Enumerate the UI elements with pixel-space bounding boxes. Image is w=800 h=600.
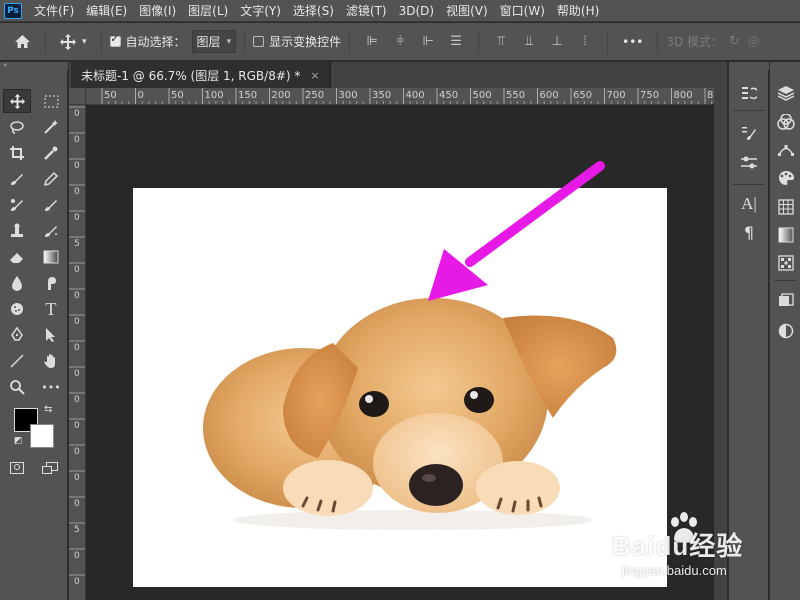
patterns-panel-icon[interactable] [771,252,800,274]
channels-panel-icon[interactable] [771,111,800,133]
panel-dock-wide [769,62,800,600]
adjustments-panel-icon[interactable] [734,152,764,174]
ruler-origin[interactable] [69,88,86,105]
separator [774,280,796,281]
annotation-arrow [428,161,605,301]
properties-panel-icon[interactable] [771,320,800,342]
swatches-panel-icon[interactable] [771,196,800,218]
libraries-panel-icon[interactable] [771,290,800,312]
paragraph-panel-icon[interactable]: ¶ [734,221,764,243]
watermark-title: Baidu经验 [612,531,744,561]
separator [733,110,764,111]
color-palette-panel-icon[interactable] [771,167,800,189]
gradients-panel-icon[interactable] [771,224,800,246]
layers-panel-icon[interactable] [771,82,800,104]
character-panel-icon[interactable]: A| [734,193,764,215]
history-panel-icon[interactable] [734,82,764,104]
paths-panel-icon[interactable] [771,139,800,161]
brush-settings-panel-icon[interactable] [734,122,764,144]
watermark-url: jingyan.baidu.com [622,563,727,578]
separator [733,184,764,185]
baidu-watermark: Baidu经验 jingyan.baidu.com [612,512,772,582]
